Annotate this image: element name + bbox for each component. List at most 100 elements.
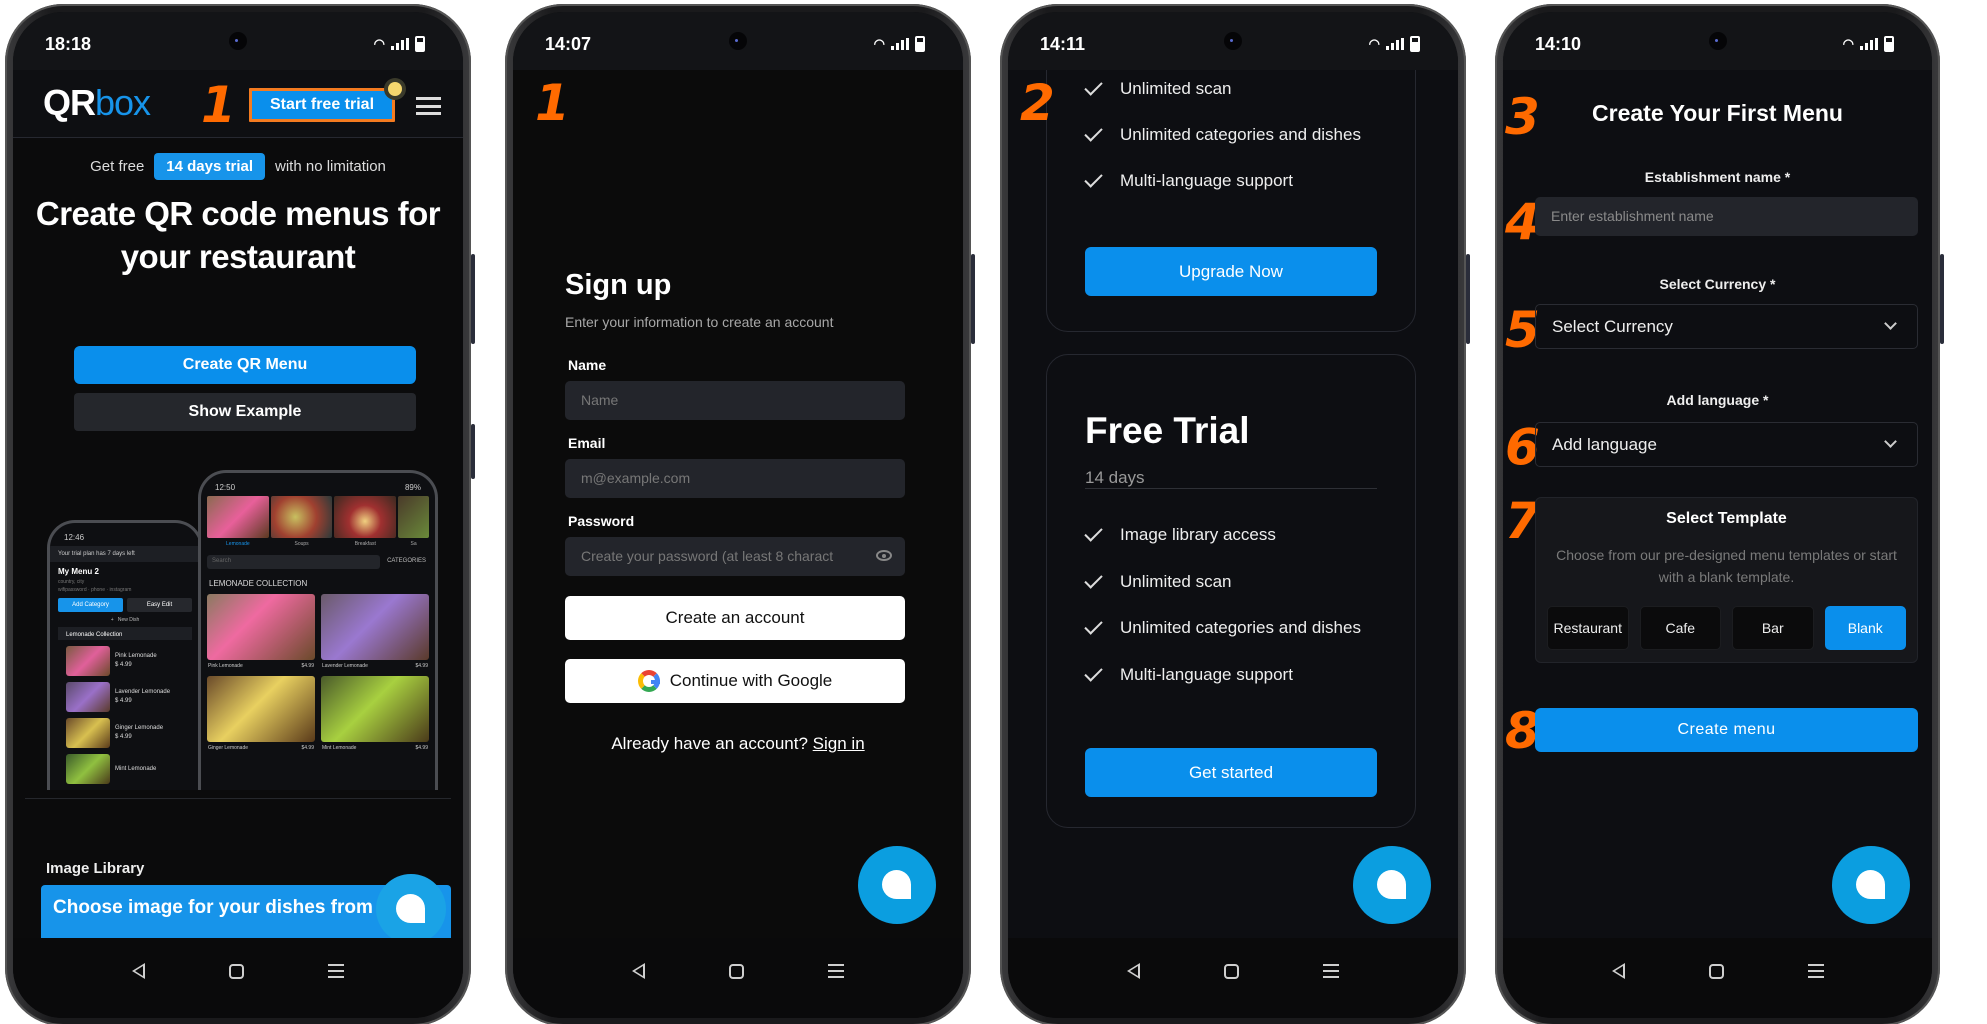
start-free-trial-button[interactable]: Start free trial xyxy=(249,88,395,122)
menu-item-card: Pink Lemonade $4.99 xyxy=(207,594,315,672)
check-icon xyxy=(1084,77,1103,96)
template-title: Select Template xyxy=(1666,510,1787,527)
check-icon xyxy=(1084,123,1103,142)
page-subtitle: Enter your information to create an acco… xyxy=(565,314,834,330)
camera-icon xyxy=(1224,32,1242,50)
back-icon[interactable] xyxy=(1127,963,1140,979)
android-nav-bar xyxy=(513,938,963,1018)
recents-icon[interactable] xyxy=(1807,964,1824,978)
category-tab: Lemonade xyxy=(207,496,269,547)
screen: 18:18 ◠ QRbox 1 Start free trial Get fre… xyxy=(13,12,463,1018)
upgrade-now-button[interactable]: Upgrade Now xyxy=(1085,247,1377,296)
battery-icon xyxy=(1884,36,1894,52)
step-marker: 1 xyxy=(201,76,236,134)
template-option-cafe[interactable]: Cafe xyxy=(1639,606,1721,650)
template-option-restaurant[interactable]: Restaurant xyxy=(1547,606,1629,650)
feature-item: Image library access xyxy=(1084,523,1276,545)
get-started-button[interactable]: Get started xyxy=(1085,748,1377,797)
language-label: Add language * xyxy=(1666,392,1769,408)
image-library-label: Image Library xyxy=(46,860,145,877)
page-title: Create Your First Menu xyxy=(1592,100,1843,126)
currency-select[interactable]: Select Currency xyxy=(1535,304,1918,349)
back-icon[interactable] xyxy=(132,963,145,979)
screen: 14:07 ◠ 1 Sign up Enter your information… xyxy=(513,12,963,1018)
feature-item: Unlimited categories and dishes xyxy=(1084,123,1361,145)
recents-icon[interactable] xyxy=(828,964,844,978)
list-item: Lavender Lemonade $ 4.99 xyxy=(50,679,200,715)
qrbox-logo[interactable]: QRbox xyxy=(43,82,151,124)
show-example-button[interactable]: Show Example xyxy=(74,393,416,431)
signin-prompt: Already have an account? Sign in xyxy=(611,734,865,753)
template-option-bar[interactable]: Bar xyxy=(1732,606,1814,650)
list-item: Ginger Lemonade $ 4.99 xyxy=(50,715,200,751)
home-icon[interactable] xyxy=(229,963,244,979)
feature-item: Multi-language support xyxy=(1084,663,1293,685)
wifi-icon: ◠ xyxy=(1368,36,1380,51)
category-tab: Soups xyxy=(270,496,333,547)
create-account-button[interactable]: Create an account xyxy=(565,596,905,640)
show-password-icon[interactable] xyxy=(876,550,892,561)
chat-icon xyxy=(396,894,425,923)
mockup-phone-editor: 12:46 Your trial plan has 7 days left My… xyxy=(47,520,203,790)
signal-icon xyxy=(891,38,909,50)
hamburger-icon[interactable] xyxy=(416,97,441,115)
home-icon[interactable] xyxy=(1708,963,1724,979)
establishment-label: Establishment name * xyxy=(1644,169,1791,185)
check-icon xyxy=(1084,663,1103,682)
back-icon[interactable] xyxy=(632,963,645,979)
create-menu-button[interactable]: Create menu xyxy=(1535,708,1918,752)
password-input[interactable]: Create your password (at least 8 charact xyxy=(565,537,905,576)
home-icon[interactable] xyxy=(1224,963,1239,979)
signal-icon xyxy=(1860,38,1878,50)
divider xyxy=(1085,488,1377,489)
battery-icon xyxy=(1410,36,1420,52)
plan-duration: 14 days xyxy=(1085,468,1145,487)
template-description: Choose from our pre-designed menu templa… xyxy=(1556,547,1897,585)
divider xyxy=(25,798,451,799)
signal-icon xyxy=(1386,38,1404,50)
recents-icon[interactable] xyxy=(328,964,344,978)
back-icon[interactable] xyxy=(1611,963,1625,979)
android-nav-bar xyxy=(1008,938,1458,1018)
check-icon xyxy=(1084,570,1103,589)
email-input[interactable]: m@example.com xyxy=(565,459,905,498)
status-bar: 14:10 ◠ xyxy=(1503,12,1932,70)
language-select[interactable]: Add language xyxy=(1535,422,1918,467)
step-marker: 2 xyxy=(1020,74,1055,132)
page-title: Sign up xyxy=(565,269,672,301)
category-tab: Breakfast xyxy=(334,496,397,547)
chat-button[interactable] xyxy=(376,874,446,944)
mock-search-input: Search xyxy=(207,555,381,569)
chat-button[interactable] xyxy=(858,846,936,924)
name-input[interactable]: Name xyxy=(565,381,905,420)
trial-pill: 14 days trial xyxy=(154,153,266,180)
camera-icon xyxy=(229,32,247,50)
promo-line: Get free 14 days trial with no limitatio… xyxy=(13,153,463,180)
recents-icon[interactable] xyxy=(1323,964,1339,978)
status-time: 14:10 xyxy=(1535,33,1582,54)
status-bar: 18:18 ◠ xyxy=(13,12,463,70)
camera-icon xyxy=(1708,32,1727,50)
check-icon xyxy=(1084,616,1103,635)
feature-item: Unlimited categories and dishes xyxy=(1084,616,1361,638)
establishment-name-input[interactable]: Enter establishment name xyxy=(1535,197,1918,236)
status-bar: 14:11 ◠ xyxy=(1008,12,1458,70)
chat-button[interactable] xyxy=(1832,846,1910,924)
google-signin-button[interactable]: Continue with Google xyxy=(565,659,905,703)
status-time: 14:07 xyxy=(545,33,592,54)
plan-title: Free Trial xyxy=(1085,410,1250,451)
password-label: Password xyxy=(568,513,635,529)
volume-button xyxy=(471,254,475,344)
create-qr-menu-button[interactable]: Create QR Menu xyxy=(74,346,416,384)
add-category-button: Add Category xyxy=(58,598,123,612)
phone-pricing: 2 Unlimited scan Unlimited categories an… xyxy=(1000,4,1470,1024)
site-header: QRbox 1 Start free trial xyxy=(13,70,463,138)
currency-label: Select Currency * xyxy=(1659,276,1776,292)
home-icon[interactable] xyxy=(729,963,744,979)
hero-title: Create QR code menus for your restaurant xyxy=(35,195,441,275)
menu-item-card: Lavender Lemonade $4.99 xyxy=(321,594,429,672)
chat-button[interactable] xyxy=(1353,846,1431,924)
email-label: Email xyxy=(568,435,606,451)
sign-in-link[interactable]: Sign in xyxy=(813,734,865,753)
template-option-blank[interactable]: Blank xyxy=(1824,606,1906,650)
